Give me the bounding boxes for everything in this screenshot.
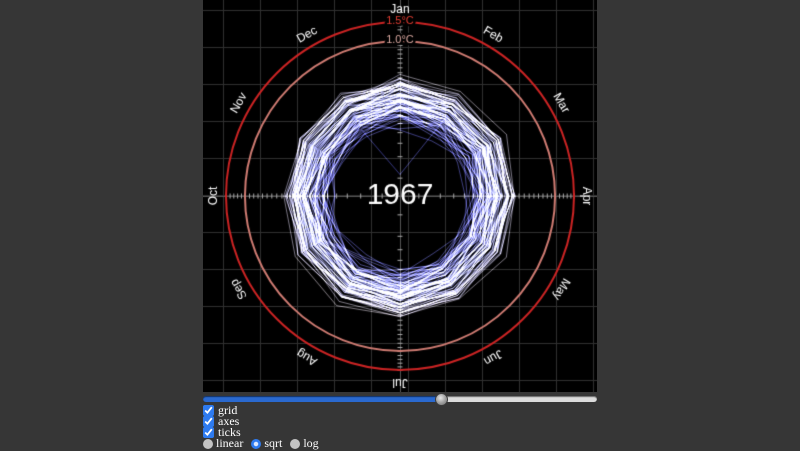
grid-toggle[interactable]: grid [203,405,597,415]
log-radio[interactable] [290,439,300,449]
scale-linear-option[interactable]: linear [203,436,243,451]
linear-radio-label: linear [216,436,243,451]
climate-spiral-canvas [203,0,597,392]
year-slider[interactable] [203,396,597,402]
linear-radio[interactable] [203,439,213,449]
log-radio-label: log [303,436,318,451]
axes-toggle[interactable]: axes [203,416,597,426]
sqrt-radio[interactable] [251,439,261,449]
scale-sqrt-option[interactable]: sqrt [251,436,282,451]
grid-checkbox[interactable] [203,405,214,416]
axes-checkbox[interactable] [203,416,214,427]
scale-radio-group: linear sqrt log [203,438,597,449]
visualization-stage: grid axes ticks linear sqrt [203,0,597,449]
sqrt-radio-label: sqrt [264,436,282,451]
scale-log-option[interactable]: log [290,436,318,451]
display-controls: grid axes ticks linear sqrt [203,405,597,449]
